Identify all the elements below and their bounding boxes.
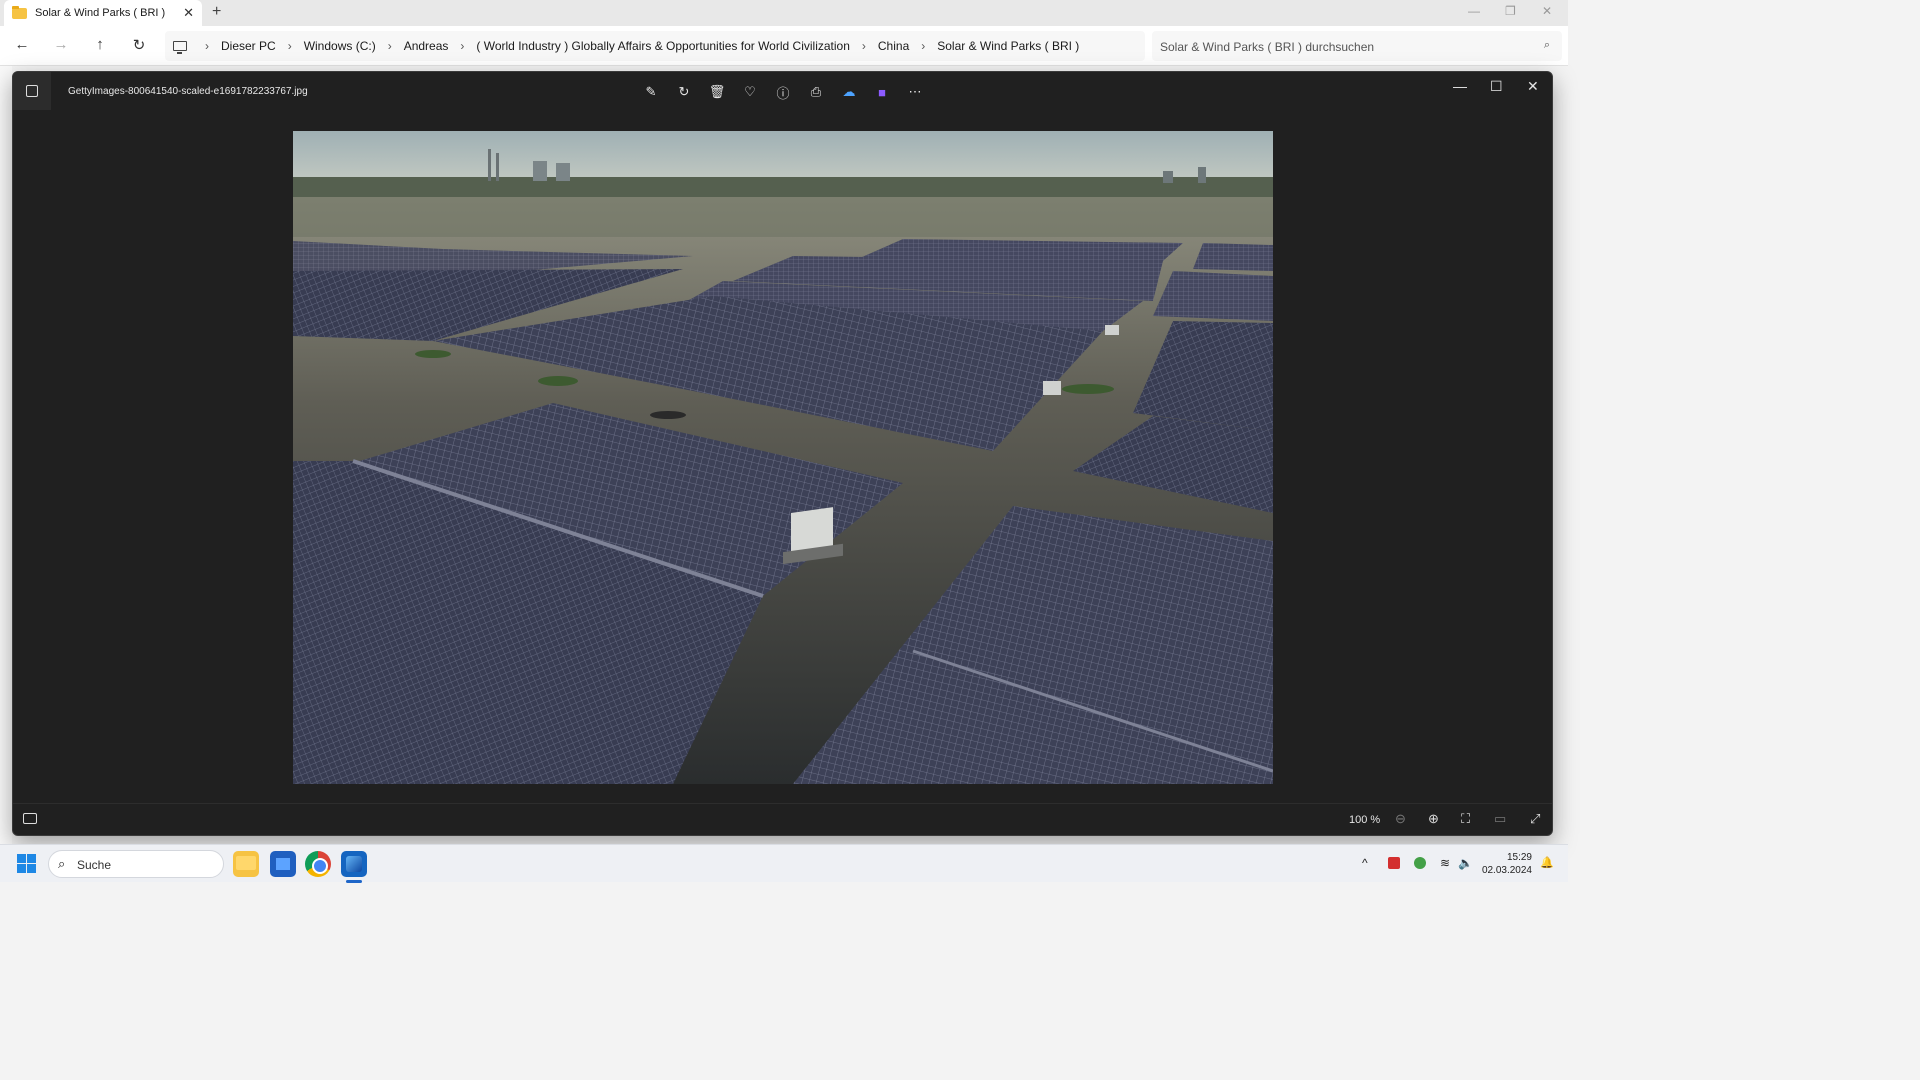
- zoom-in-icon[interactable]: ⊕: [1428, 811, 1439, 827]
- volume-icon[interactable]: 🔈: [1458, 856, 1473, 870]
- search-icon: ⌕: [58, 856, 66, 871]
- breadcrumb-separator[interactable]: ›: [388, 39, 392, 53]
- active-app-indicator: [346, 880, 362, 883]
- taskbar: ⌕ Suche ^ ≋ 🔈 15:29 02.03.2024 🔔: [0, 844, 1568, 883]
- photo-viewer-window: GettyImages-800641540-scaled-e1691782233…: [12, 71, 1553, 836]
- breadcrumb-item-drive[interactable]: Windows (C:): [304, 39, 376, 53]
- viewer-toolbar: ✎ ↻ 🗑 ♡ ⓘ ⎙ ☁ ■ ⋯: [641, 82, 925, 102]
- clock[interactable]: 15:29 02.03.2024: [1480, 851, 1532, 877]
- search-icon: ⌕: [1543, 39, 1550, 51]
- breadcrumb-item-user[interactable]: Andreas: [404, 39, 449, 53]
- zoom-level[interactable]: 100 %: [1349, 814, 1380, 826]
- breadcrumb-item-world-industry[interactable]: ( World Industry ) Globally Affairs & Op…: [476, 39, 849, 53]
- chrome-icon[interactable]: [305, 851, 331, 877]
- background-explorer-pane: [0, 66, 12, 846]
- forward-button[interactable]: →: [51, 36, 71, 53]
- up-button[interactable]: ↑: [90, 36, 110, 53]
- breadcrumb-item-current[interactable]: Solar & Wind Parks ( BRI ): [937, 39, 1079, 53]
- zoom-out-icon[interactable]: ⊖: [1395, 811, 1406, 827]
- taskbar-search-box[interactable]: ⌕ Suche: [48, 850, 224, 878]
- filmstrip-toggle-button[interactable]: [23, 813, 37, 824]
- onedrive-icon[interactable]: ☁: [839, 82, 859, 102]
- photos-app-icon[interactable]: [13, 72, 51, 110]
- refresh-button[interactable]: ↻: [129, 36, 149, 54]
- search-input[interactable]: Solar & Wind Parks ( BRI ) durchsuchen ⌕: [1152, 31, 1562, 61]
- breadcrumb-item-china[interactable]: China: [878, 39, 909, 53]
- viewer-minimize-button[interactable]: —: [1453, 78, 1467, 94]
- fullscreen-icon[interactable]: ⤢: [1530, 811, 1540, 827]
- explorer-tab-bar: Solar & Wind Parks ( BRI ) ✕ + — ❐ ✕: [0, 0, 1568, 26]
- favorite-icon[interactable]: ♡: [740, 82, 760, 102]
- breadcrumb-separator[interactable]: ›: [205, 39, 209, 53]
- search-placeholder: Solar & Wind Parks ( BRI ) durchsuchen: [1160, 40, 1375, 54]
- explorer-tab[interactable]: Solar & Wind Parks ( BRI ) ✕: [4, 0, 202, 26]
- viewer-title-bar: GettyImages-800641540-scaled-e1691782233…: [13, 72, 1552, 110]
- viewer-bottom-bar: 100 % ⊖ ⊕ ⛶ ▭ ⤢: [13, 803, 1552, 835]
- print-icon[interactable]: ⎙: [806, 82, 826, 102]
- breadcrumb-separator[interactable]: ›: [921, 39, 925, 53]
- actual-size-icon[interactable]: ▭: [1494, 811, 1506, 827]
- breadcrumb-separator[interactable]: ›: [862, 39, 866, 53]
- tray-overflow-chevron-icon[interactable]: ^: [1362, 856, 1368, 870]
- back-button[interactable]: ←: [12, 36, 32, 53]
- delete-icon[interactable]: 🗑: [707, 82, 727, 102]
- folder-icon: [12, 5, 27, 19]
- fit-to-window-icon[interactable]: ⛶: [1461, 811, 1470, 827]
- breadcrumb-separator[interactable]: ›: [460, 39, 464, 53]
- file-name: GettyImages-800641540-scaled-e1691782233…: [68, 86, 308, 97]
- computer-icon[interactable]: [173, 41, 187, 54]
- info-icon[interactable]: ⓘ: [773, 82, 793, 102]
- security-tray-icon[interactable]: [1414, 857, 1426, 869]
- antivirus-tray-icon[interactable]: [1388, 857, 1400, 869]
- breadcrumb-separator[interactable]: ›: [288, 39, 292, 53]
- file-explorer-icon[interactable]: [233, 851, 259, 877]
- floating-solar-farm-image: [293, 131, 1273, 784]
- tab-close-button[interactable]: ✕: [183, 5, 194, 21]
- more-icon[interactable]: ⋯: [905, 82, 925, 102]
- new-tab-button[interactable]: +: [212, 3, 221, 21]
- close-button[interactable]: ✕: [1542, 4, 1552, 18]
- restore-button[interactable]: ❐: [1505, 4, 1516, 18]
- taskbar-search-label: Suche: [77, 858, 112, 872]
- minimize-button[interactable]: —: [1468, 4, 1480, 18]
- address-bar-row: ← → ↑ ↻ › Dieser PC › Windows (C:) › And…: [0, 26, 1568, 66]
- clock-time: 15:29: [1506, 852, 1532, 863]
- clipchamp-icon[interactable]: ■: [872, 82, 892, 102]
- clock-date: 02.03.2024: [1481, 865, 1532, 876]
- breadcrumb[interactable]: › Dieser PC › Windows (C:) › Andreas › (…: [165, 31, 1145, 61]
- notification-icon[interactable]: 🔔: [1540, 856, 1554, 869]
- rotate-icon[interactable]: ↻: [674, 82, 694, 102]
- edit-icon[interactable]: ✎: [641, 82, 661, 102]
- displayed-photo[interactable]: [293, 131, 1273, 784]
- microsoft-store-icon[interactable]: [270, 851, 296, 877]
- tab-title: Solar & Wind Parks ( BRI ): [35, 7, 166, 19]
- breadcrumb-item-this-pc[interactable]: Dieser PC: [221, 39, 276, 53]
- photos-icon[interactable]: [341, 851, 367, 877]
- viewer-maximize-button[interactable]: ☐: [1490, 78, 1503, 95]
- wifi-icon[interactable]: ≋: [1440, 856, 1450, 870]
- start-button[interactable]: [17, 854, 36, 873]
- viewer-close-button[interactable]: ✕: [1527, 78, 1539, 95]
